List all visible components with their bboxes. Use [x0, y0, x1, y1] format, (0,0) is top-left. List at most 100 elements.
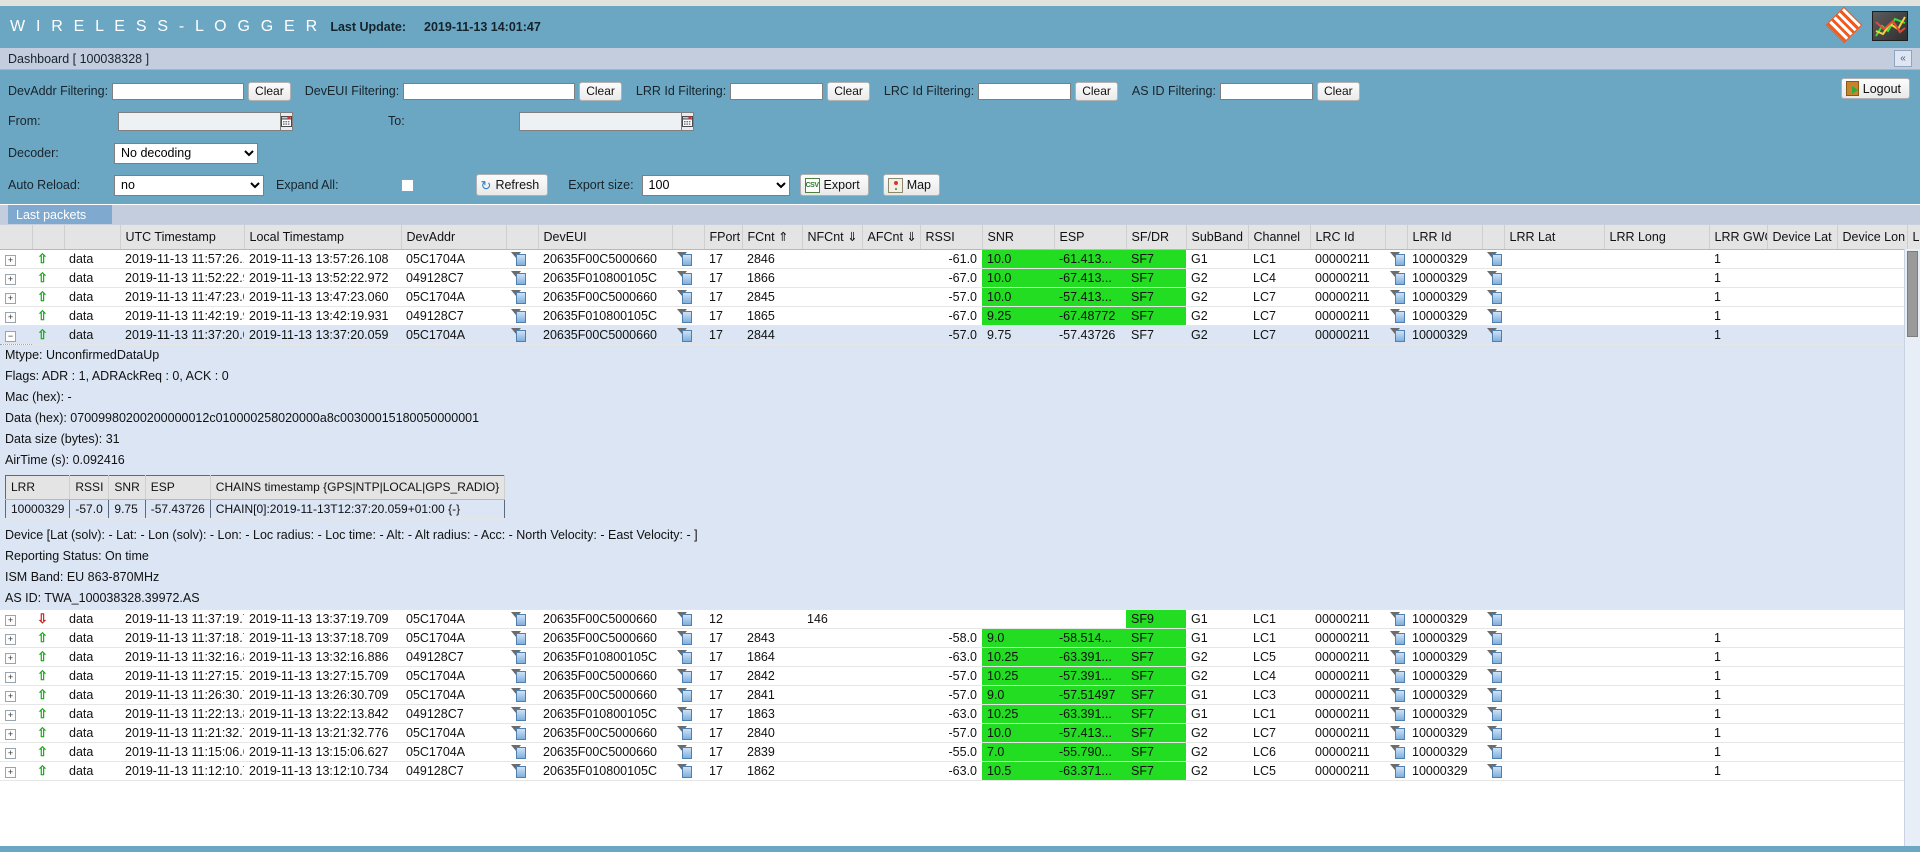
column-filter-icon[interactable] — [677, 725, 692, 740]
row-expand-toggle[interactable]: + — [0, 268, 32, 288]
row-expand-toggle[interactable]: + — [0, 761, 32, 781]
collapse-panel-icon[interactable]: « — [1894, 50, 1912, 67]
cell-lrc-filter[interactable] — [1385, 324, 1407, 345]
expand-toggle-icon[interactable]: + — [5, 614, 16, 626]
cell-lrr-filter[interactable] — [1482, 742, 1504, 762]
col-lrr-lat[interactable]: LRR Lat — [1504, 225, 1605, 250]
expand-toggle-icon[interactable]: + — [5, 728, 16, 740]
column-filter-icon[interactable] — [511, 251, 526, 266]
column-filter-icon[interactable] — [1487, 725, 1502, 740]
cell-deveui-filter[interactable] — [672, 249, 704, 269]
row-expand-toggle[interactable]: + — [0, 723, 32, 743]
column-filter-icon[interactable] — [511, 611, 526, 626]
column-filter-icon[interactable] — [1390, 611, 1405, 626]
to-date-input[interactable] — [518, 111, 682, 131]
cell-lrc-filter[interactable] — [1385, 685, 1407, 705]
column-filter-icon[interactable] — [1390, 270, 1405, 285]
cell-deveui-filter[interactable] — [672, 628, 704, 648]
network-diamond-icon[interactable] — [1825, 6, 1863, 44]
col-type[interactable] — [64, 225, 121, 250]
cell-lrc-filter[interactable] — [1385, 249, 1407, 269]
column-filter-icon[interactable] — [677, 630, 692, 645]
col-fport[interactable]: FPort — [704, 225, 743, 250]
col-sf-dr[interactable]: SF/DR — [1126, 225, 1187, 250]
column-filter-icon[interactable] — [1390, 744, 1405, 759]
cell-deveui-filter[interactable] — [672, 685, 704, 705]
row-expand-toggle[interactable]: + — [0, 628, 32, 648]
table-row[interactable]: + ⇧ data2019-11-13 11:57:26.1082019-11-13 … — [0, 249, 1920, 269]
column-filter-icon[interactable] — [511, 668, 526, 683]
cell-devaddr-filter[interactable] — [506, 761, 538, 781]
to-date-field[interactable] — [518, 111, 694, 131]
cell-deveui-filter[interactable] — [672, 268, 704, 288]
column-filter-icon[interactable] — [511, 725, 526, 740]
column-filter-icon[interactable] — [677, 763, 692, 778]
lrrid-clear-button[interactable]: Clear — [827, 81, 870, 101]
col-snr[interactable]: SNR — [982, 225, 1055, 250]
cell-lrr-filter[interactable] — [1482, 647, 1504, 667]
col-lrc-filter[interactable] — [1385, 225, 1408, 250]
col-utc-timestamp[interactable]: UTC Timestamp — [120, 225, 245, 250]
col-device-lon[interactable]: Device Lon — [1837, 225, 1908, 250]
column-filter-icon[interactable] — [677, 251, 692, 266]
cell-devaddr-filter[interactable] — [506, 628, 538, 648]
column-filter-icon[interactable] — [1390, 289, 1405, 304]
col-esp[interactable]: ESP — [1054, 225, 1127, 250]
column-filter-icon[interactable] — [1390, 725, 1405, 740]
row-expand-toggle[interactable]: + — [0, 742, 32, 762]
table-vertical-scrollbar[interactable] — [1904, 249, 1920, 852]
table-row[interactable]: + ⇧ data2019-11-13 11:52:22.9722019-11-13 … — [0, 268, 1920, 288]
cell-devaddr-filter[interactable] — [506, 249, 538, 269]
table-row[interactable]: + ⇧ data2019-11-13 11:26:30.7092019-11-13 … — [0, 685, 1920, 705]
column-filter-icon[interactable] — [1390, 706, 1405, 721]
column-filter-icon[interactable] — [677, 611, 692, 626]
cell-lrr-filter[interactable] — [1482, 628, 1504, 648]
table-row[interactable]: + ⇧ data2019-11-13 11:27:15.7092019-11-13 … — [0, 666, 1920, 686]
column-filter-icon[interactable] — [511, 327, 526, 342]
column-filter-icon[interactable] — [511, 630, 526, 645]
col-lrr-gwcnt[interactable]: LRR GWCnt — [1709, 225, 1768, 250]
table-row[interactable]: + ⇧ data2019-11-13 11:21:32.7762019-11-13 … — [0, 723, 1920, 743]
cell-lrr-filter[interactable] — [1482, 761, 1504, 781]
table-row[interactable]: + ⇧ data2019-11-13 11:22:13.8422019-11-13 … — [0, 704, 1920, 724]
table-row[interactable]: + ⇧ data2019-11-13 11:15:06.6272019-11-13 … — [0, 742, 1920, 762]
cell-lrc-filter[interactable] — [1385, 742, 1407, 762]
column-filter-icon[interactable] — [677, 327, 692, 342]
asid-filter-input[interactable] — [1219, 82, 1313, 100]
lrrid-filter-input[interactable] — [730, 82, 824, 100]
col-rssi[interactable]: RSSI — [920, 225, 983, 250]
col-deveui[interactable]: DevEUI — [538, 225, 673, 250]
col-nfcnt[interactable]: NFCnt ⇓ — [802, 225, 863, 250]
column-filter-icon[interactable] — [677, 649, 692, 664]
col-afcnt[interactable]: AFCnt ⇓ — [862, 225, 921, 250]
table-row[interactable]: + ⇧ data2019-11-13 11:37:18.7092019-11-13 … — [0, 628, 1920, 648]
col-los-dist[interactable]: LoS Dist — [1907, 225, 1920, 250]
expand-toggle-icon[interactable]: + — [5, 766, 16, 778]
column-filter-icon[interactable] — [1390, 327, 1405, 342]
cell-lrc-filter[interactable] — [1385, 704, 1407, 724]
column-filter-icon[interactable] — [1390, 687, 1405, 702]
cell-lrr-filter[interactable] — [1482, 704, 1504, 724]
col-channel[interactable]: Channel — [1248, 225, 1311, 250]
expand-toggle-icon[interactable]: + — [5, 633, 16, 645]
cell-lrc-filter[interactable] — [1385, 761, 1407, 781]
column-filter-icon[interactable] — [1487, 327, 1502, 342]
cell-lrr-filter[interactable] — [1482, 306, 1504, 326]
row-expand-toggle[interactable]: − — [0, 324, 32, 345]
col-lrr-long[interactable]: LRR Long — [1604, 225, 1710, 250]
tab-last-packets[interactable]: Last packets — [8, 205, 112, 225]
expand-toggle-icon[interactable]: + — [5, 273, 16, 285]
column-filter-icon[interactable] — [1390, 308, 1405, 323]
column-filter-icon[interactable] — [511, 649, 526, 664]
cell-lrc-filter[interactable] — [1385, 723, 1407, 743]
row-expand-toggle[interactable]: + — [0, 704, 32, 724]
cell-devaddr-filter[interactable] — [506, 306, 538, 326]
column-filter-icon[interactable] — [511, 308, 526, 323]
cell-deveui-filter[interactable] — [672, 723, 704, 743]
row-expand-toggle[interactable]: + — [0, 609, 32, 629]
expand-toggle-icon[interactable]: + — [5, 690, 16, 702]
col-lrc-id[interactable]: LRC Id — [1310, 225, 1386, 250]
to-calendar-icon[interactable] — [681, 111, 694, 131]
expand-toggle-icon[interactable]: + — [5, 311, 16, 323]
column-filter-icon[interactable] — [511, 687, 526, 702]
